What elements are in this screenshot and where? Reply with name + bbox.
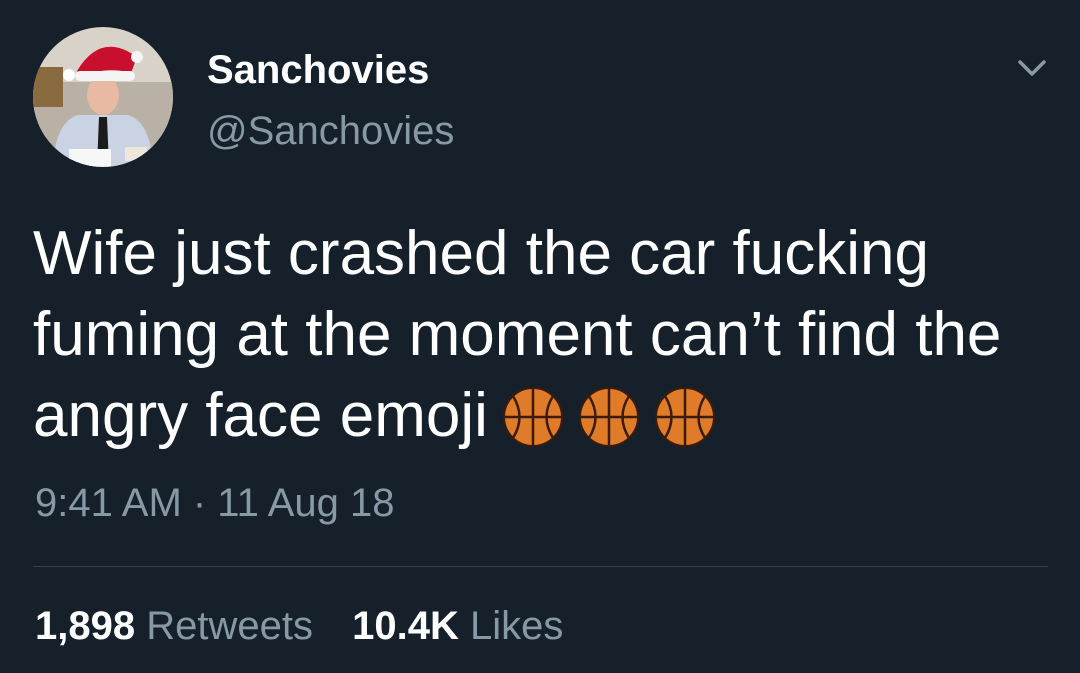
retweets-stat[interactable]: 1,898 Retweets — [35, 602, 313, 650]
avatar[interactable] — [33, 27, 173, 167]
basketball-icon — [578, 386, 640, 448]
emoji-row — [502, 386, 730, 468]
tweet-card: Sanchovies @Sanchovies Wife just crashed… — [0, 0, 1080, 673]
divider — [33, 566, 1048, 567]
tweet-text: Wife just crashed the car fucking fuming… — [33, 213, 1043, 468]
likes-label: Likes — [469, 604, 564, 648]
likes-count: 10.4K — [352, 604, 459, 648]
chevron-down-icon[interactable] — [1012, 52, 1052, 84]
avatar-photo — [33, 27, 173, 167]
retweets-count: 1,898 — [35, 604, 136, 648]
display-name[interactable]: Sanchovies — [207, 46, 429, 94]
likes-stat[interactable]: 10.4K Likes — [352, 602, 563, 650]
engagement-stats: 1,898 Retweets 10.4K Likes — [35, 602, 591, 650]
username-handle[interactable]: @Sanchovies — [207, 107, 454, 155]
basketball-icon — [502, 386, 564, 448]
retweets-label: Retweets — [146, 604, 313, 648]
basketball-icon — [654, 386, 716, 448]
tweet-timestamp[interactable]: 9:41 AM · 11 Aug 18 — [35, 479, 395, 527]
